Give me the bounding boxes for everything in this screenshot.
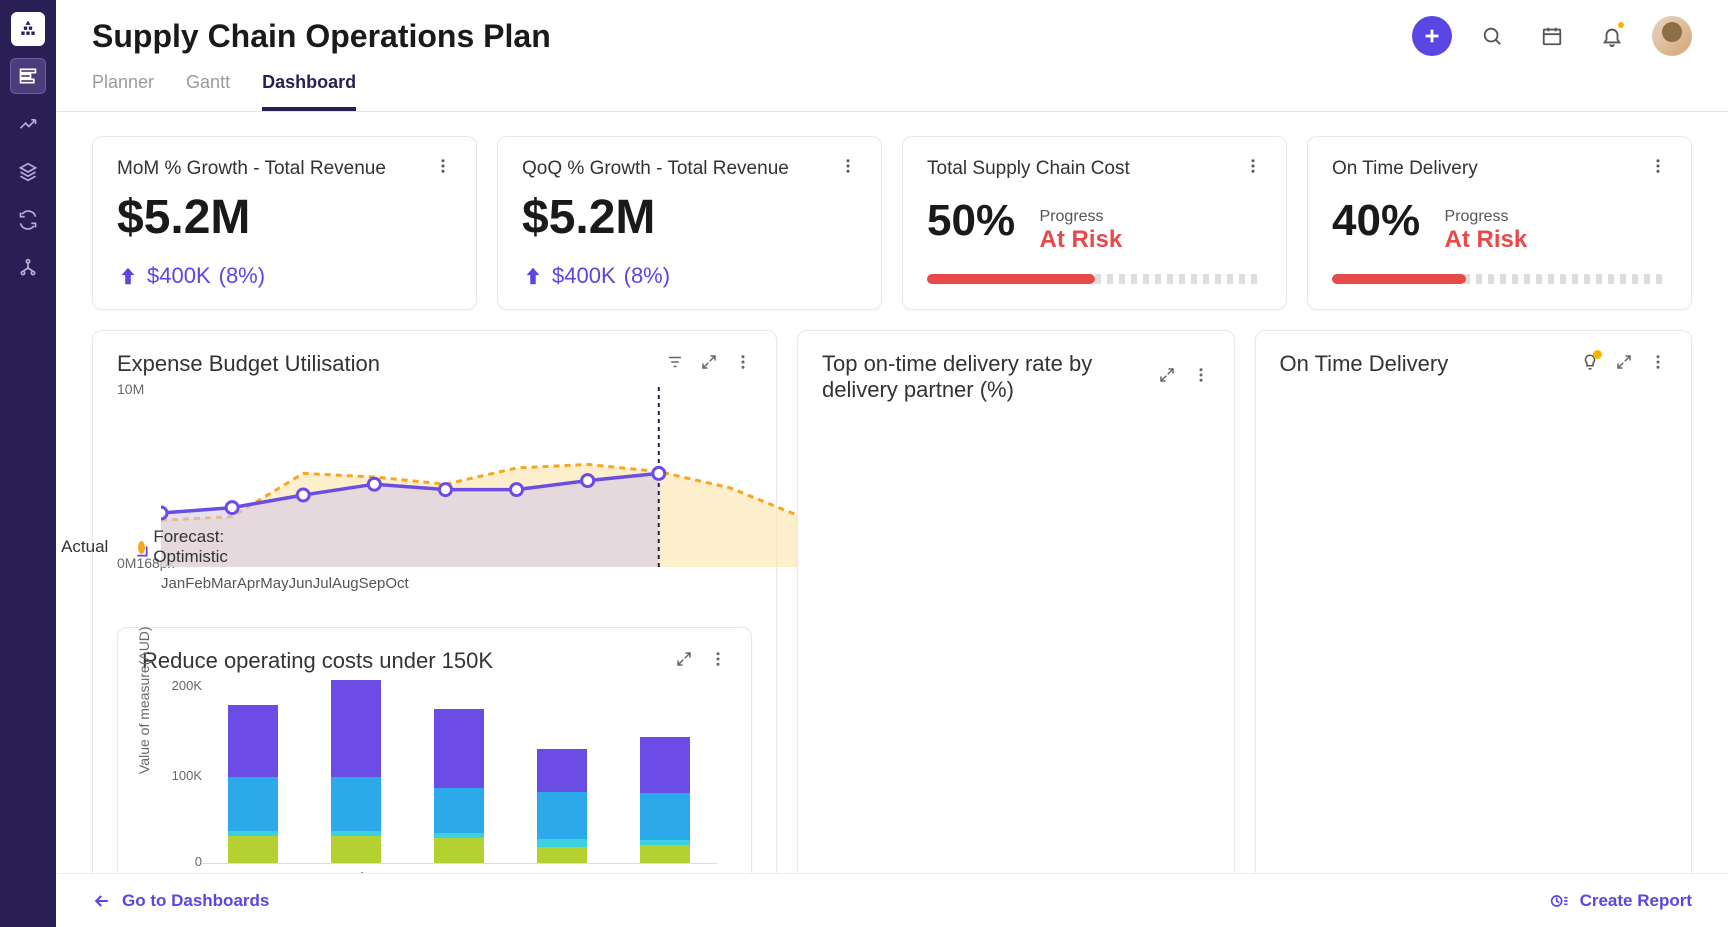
- kpi-value: $5.2M: [522, 190, 857, 245]
- header-actions: [1412, 16, 1692, 56]
- xtick: Feb: [185, 575, 211, 592]
- expand-icon[interactable]: [675, 650, 693, 673]
- ytick: 200K: [172, 678, 202, 693]
- xtick: Jan: [161, 575, 185, 592]
- kpi-delta-pct: (8%): [219, 263, 265, 289]
- chart-title: Reduce operating costs under 150K: [142, 648, 493, 674]
- card-title: Top on-time delivery rate by delivery pa…: [822, 351, 1158, 403]
- progress-bar: [927, 274, 1262, 284]
- xtick: Mar: [211, 575, 237, 592]
- expand-icon[interactable]: [1615, 353, 1633, 376]
- status-badge: At Risk: [1040, 226, 1123, 254]
- kpi-delta: $400K (8%): [522, 263, 857, 289]
- sidebar-item-trend[interactable]: [10, 106, 46, 142]
- filter-icon[interactable]: [666, 353, 684, 376]
- ytick: 0: [195, 854, 202, 869]
- kpi-value: $5.2M: [117, 190, 452, 245]
- kpi-card-supply-cost: Total Supply Chain Cost 50% Progress At …: [902, 136, 1287, 310]
- more-icon[interactable]: [1649, 353, 1667, 376]
- xtick: Apr: [237, 575, 260, 592]
- xtick: Jun: [289, 575, 313, 592]
- expand-icon[interactable]: [700, 353, 718, 376]
- xtick: Aug: [332, 575, 359, 592]
- bar-column: [331, 680, 381, 863]
- tabs: Planner Gantt Dashboard: [56, 56, 1728, 112]
- card-delivery-rate: Top on-time delivery rate by delivery pa…: [797, 330, 1235, 927]
- ytick: 100K: [172, 768, 202, 783]
- arrow-up-icon: [522, 265, 544, 287]
- sidebar-item-planner[interactable]: [10, 58, 46, 94]
- insight-icon[interactable]: [1581, 353, 1599, 376]
- xtick: Sep: [359, 575, 386, 592]
- yaxis-label: Value of measure(AUD): [136, 626, 152, 774]
- page-title: Supply Chain Operations Plan: [92, 18, 551, 55]
- notifications-button[interactable]: [1592, 16, 1632, 56]
- kpi-title: MoM % Growth - Total Revenue: [117, 158, 386, 180]
- status-badge: At Risk: [1445, 226, 1528, 254]
- kpi-title: QoQ % Growth - Total Revenue: [522, 158, 789, 180]
- user-avatar[interactable]: [1652, 16, 1692, 56]
- card-title: On Time Delivery: [1280, 351, 1449, 377]
- more-icon[interactable]: [1649, 157, 1667, 180]
- ytick: 10M: [117, 381, 144, 397]
- xtick: Oct: [385, 575, 408, 592]
- create-report-button[interactable]: Create Report: [1550, 891, 1692, 911]
- kpi-delta-amount: $400K: [147, 263, 211, 289]
- kpi-delta: $400K (8%): [117, 263, 452, 289]
- kpi-card-qoq: QoQ % Growth - Total Revenue $5.2M $400K…: [497, 136, 882, 310]
- tab-gantt[interactable]: Gantt: [186, 72, 230, 111]
- kpi-delta-amount: $400K: [552, 263, 616, 289]
- sidebar-item-org[interactable]: [10, 250, 46, 286]
- add-button[interactable]: [1412, 16, 1452, 56]
- bar-column: [434, 709, 484, 863]
- more-icon[interactable]: [1244, 157, 1262, 180]
- tab-planner[interactable]: Planner: [92, 72, 154, 111]
- notification-dot: [1616, 20, 1626, 30]
- sidebar-item-sync[interactable]: [10, 202, 46, 238]
- chart-card-expense: Expense Budget Utilisation 10M 0M168px J…: [92, 330, 777, 927]
- more-icon[interactable]: [434, 157, 452, 180]
- chart-title: Expense Budget Utilisation: [117, 351, 380, 377]
- search-button[interactable]: [1472, 16, 1512, 56]
- more-icon[interactable]: [1192, 366, 1210, 389]
- arrow-up-icon: [117, 265, 139, 287]
- kpi-title: On Time Delivery: [1332, 158, 1478, 180]
- kpi-value: 40%: [1332, 196, 1420, 246]
- app-logo[interactable]: [11, 12, 45, 46]
- sidebar: [0, 0, 56, 927]
- resize-corner-icon[interactable]: [135, 544, 149, 561]
- kpi-value: 50%: [927, 196, 1015, 246]
- progress-label: Progress: [1445, 208, 1528, 226]
- kpi-delta-pct: (8%): [624, 263, 670, 289]
- sidebar-item-layers[interactable]: [10, 154, 46, 190]
- tab-dashboard[interactable]: Dashboard: [262, 72, 356, 111]
- progress-label: Progress: [1040, 208, 1123, 226]
- kpi-title: Total Supply Chain Cost: [927, 158, 1130, 180]
- more-icon[interactable]: [734, 353, 752, 376]
- footer-back-label: Go to Dashboards: [122, 891, 269, 911]
- more-icon[interactable]: [709, 650, 727, 673]
- xtick: Jul: [313, 575, 332, 592]
- legend-forecast: Forecast: Optimistic: [138, 527, 234, 567]
- progress-bar: [1332, 274, 1667, 284]
- footer-create-label: Create Report: [1580, 891, 1692, 911]
- card-on-time-delivery: On Time Delivery: [1255, 330, 1693, 927]
- bar-column: [228, 705, 278, 863]
- xtick: May: [260, 575, 288, 592]
- line-chart: 10M 0M168px JanFebMarAprMayJunJulAugSepO…: [117, 387, 752, 627]
- expand-icon[interactable]: [1158, 366, 1176, 389]
- back-to-dashboards-button[interactable]: Go to Dashboards: [92, 891, 269, 911]
- bar-column: [640, 737, 690, 863]
- kpi-card-mom: MoM % Growth - Total Revenue $5.2M $400K…: [92, 136, 477, 310]
- kpi-card-on-time: On Time Delivery 40% Progress At Risk: [1307, 136, 1692, 310]
- legend-actual: Actual: [56, 527, 108, 567]
- bar-column: [537, 749, 587, 863]
- calendar-button[interactable]: [1532, 16, 1572, 56]
- more-icon[interactable]: [839, 157, 857, 180]
